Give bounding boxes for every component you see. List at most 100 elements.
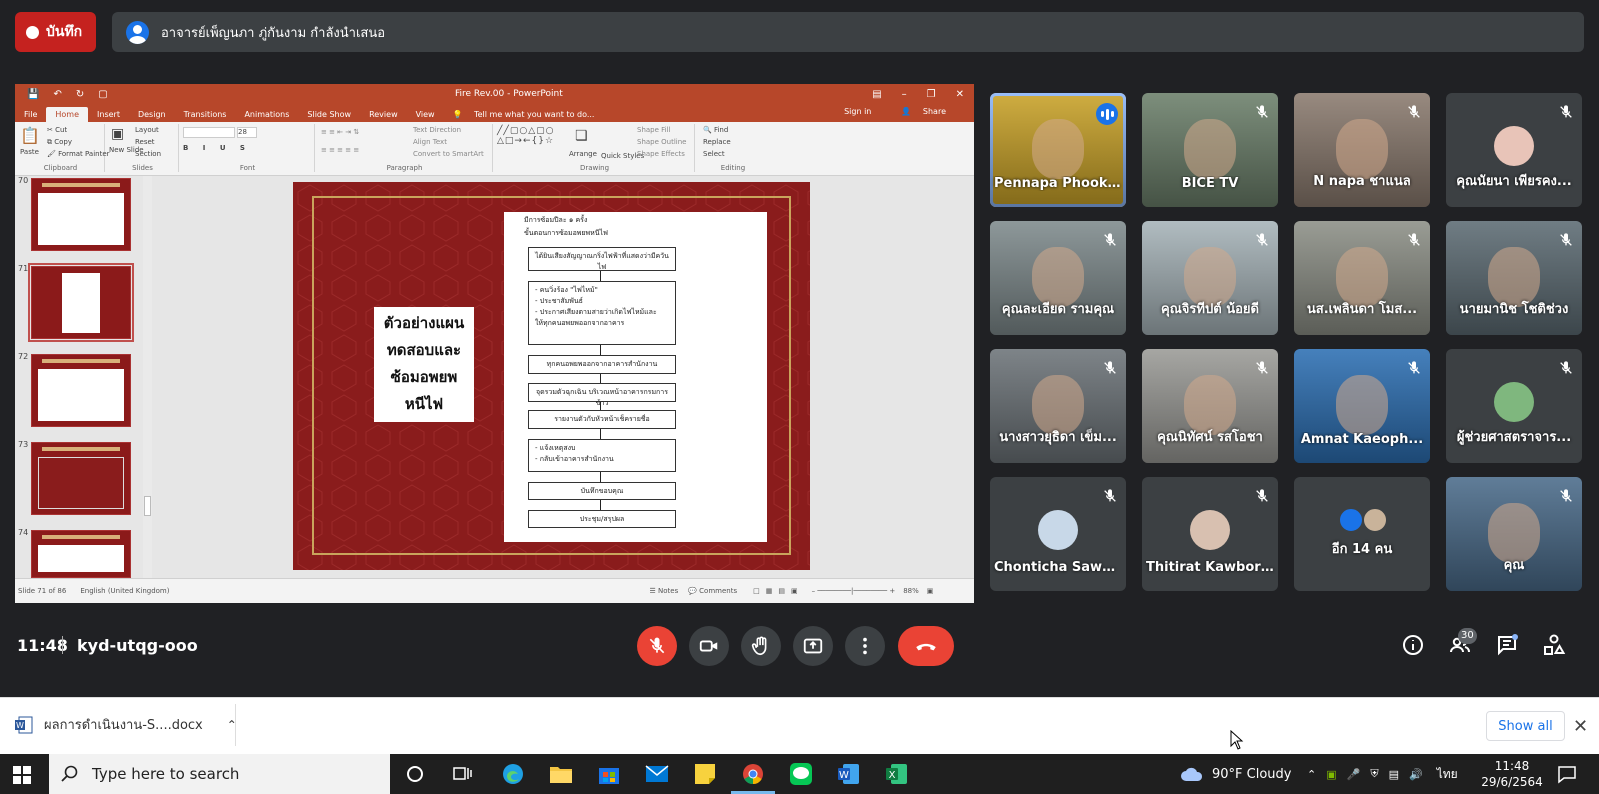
tell-me-box[interactable]: 💡 Tell me what you want to do...: [444, 110, 613, 122]
tray-app-icon[interactable]: ▣: [1326, 768, 1336, 781]
zoom-slider[interactable]: – ────────|──────── +: [812, 587, 896, 595]
ribbon-display-icon[interactable]: ▤: [872, 89, 881, 100]
excel-app[interactable]: X: [883, 760, 911, 788]
participant-tile[interactable]: Amnat Kaeoph...: [1294, 349, 1430, 463]
slide-thumbnail[interactable]: [31, 178, 131, 251]
store-app[interactable]: [595, 760, 623, 788]
font-format-buttons[interactable]: B I U S: [183, 144, 251, 152]
participant-tile[interactable]: คุณนัยนา เพียรคง...: [1446, 93, 1582, 207]
participant-tile[interactable]: นส.เพลินดา โมส...: [1294, 221, 1430, 335]
new-slide-icon[interactable]: ▣: [111, 126, 124, 142]
input-language[interactable]: ไทย: [1437, 765, 1458, 784]
slide-thumbnail[interactable]: [31, 530, 131, 578]
taskbar-clock[interactable]: 11:48 29/6/2564: [1477, 758, 1547, 790]
paste-icon[interactable]: 📋: [20, 126, 40, 145]
participant-tile[interactable]: นางสาวยุธิดา เข็ม...: [990, 349, 1126, 463]
find-button[interactable]: 🔍 Find: [703, 126, 728, 134]
zoom-level[interactable]: 88%: [903, 587, 919, 595]
font-name-box[interactable]: [183, 127, 235, 138]
layout-button[interactable]: Layout: [135, 126, 159, 134]
sign-in-link[interactable]: Sign in: [835, 107, 880, 119]
tab-slide-show[interactable]: Slide Show: [298, 110, 360, 122]
view-buttons[interactable]: □▦▤▣: [753, 587, 803, 595]
show-all-button[interactable]: Show all: [1486, 711, 1565, 741]
maximize-icon[interactable]: ❐: [927, 89, 936, 100]
volume-icon[interactable]: 🔊: [1409, 768, 1423, 781]
tab-review[interactable]: Review: [360, 110, 407, 122]
chrome-app[interactable]: [731, 760, 775, 794]
minimize-icon[interactable]: –: [902, 89, 907, 100]
tab-animations[interactable]: Animations: [235, 110, 298, 122]
cut-button[interactable]: ✂ Cut: [47, 126, 67, 134]
participant-tile[interactable]: คุณ: [1446, 477, 1582, 591]
undo-icon[interactable]: ↶: [53, 89, 61, 100]
tab-view[interactable]: View: [407, 110, 444, 122]
taskbar-search[interactable]: Type here to search: [49, 754, 390, 794]
participant-tile[interactable]: ผู้ช่วยศาสตราจาร...: [1446, 349, 1582, 463]
tab-insert[interactable]: Insert: [88, 110, 129, 122]
word-app[interactable]: W: [835, 760, 863, 788]
section-button[interactable]: Section: [135, 150, 161, 158]
activities-button[interactable]: [1541, 632, 1567, 658]
chevron-up-icon[interactable]: ⌃: [1307, 768, 1316, 781]
participant-tile[interactable]: BICE TV: [1142, 93, 1278, 207]
participant-tile[interactable]: Pennapa Phook...: [990, 93, 1126, 207]
sticky-notes-app[interactable]: [691, 760, 719, 788]
download-item[interactable]: W ผลการดำเนินงาน-S....docx ⌃: [14, 714, 237, 735]
tab-transitions[interactable]: Transitions: [175, 110, 236, 122]
shield-icon[interactable]: ⛨: [1370, 767, 1378, 781]
tab-design[interactable]: Design: [129, 110, 175, 122]
replace-button[interactable]: Replace: [703, 138, 731, 146]
start-button[interactable]: [13, 766, 31, 788]
network-icon[interactable]: ▤: [1389, 768, 1399, 781]
chat-button[interactable]: [1494, 632, 1520, 658]
reset-button[interactable]: Reset: [135, 138, 155, 146]
line-app[interactable]: [787, 760, 815, 788]
edge-app[interactable]: [499, 760, 527, 788]
file-explorer-app[interactable]: [547, 760, 575, 788]
share-button[interactable]: 👤 Share: [892, 107, 964, 119]
redo-icon[interactable]: ↻: [76, 89, 84, 100]
list-buttons[interactable]: ≡ ≡ ⇤ ⇥ ⇅: [321, 128, 359, 136]
mail-app[interactable]: [643, 760, 671, 788]
tab-file[interactable]: File: [15, 110, 46, 122]
select-button[interactable]: Select: [703, 150, 725, 158]
participant-tile[interactable]: คุณนิทัศน์ รสโอชา: [1142, 349, 1278, 463]
task-view-button[interactable]: [448, 760, 476, 788]
slide-thumbnail[interactable]: [31, 442, 131, 515]
text-direction-button[interactable]: Text Direction: [413, 126, 461, 134]
present-icon[interactable]: ▢: [98, 89, 107, 100]
font-size-box[interactable]: 28: [237, 127, 257, 138]
leave-call-button[interactable]: [898, 626, 954, 666]
convert-smartart-button[interactable]: Convert to SmartArt: [413, 150, 484, 158]
close-icon[interactable]: ✕: [956, 89, 964, 100]
participant-tile[interactable]: Chonticha Sawa...: [990, 477, 1126, 591]
close-icon[interactable]: ✕: [1573, 716, 1588, 737]
language-indicator[interactable]: English (United Kingdom): [80, 587, 169, 595]
present-button[interactable]: [793, 626, 833, 666]
current-slide[interactable]: ตัวอย่างแผน ทดสอบและ ซ้อมอพยพ หนีไฟ มีกา…: [293, 182, 810, 570]
participant-tile[interactable]: N napa ชาแนล: [1294, 93, 1430, 207]
weather-widget[interactable]: 90°F Cloudy: [1180, 754, 1291, 794]
participant-tile[interactable]: คุณละเอียด รามคุณ: [990, 221, 1126, 335]
align-buttons[interactable]: ≡ ≡ ≡ ≡ ≡: [321, 146, 359, 154]
camera-button[interactable]: [689, 626, 729, 666]
fit-slide-icon[interactable]: ▣: [927, 587, 934, 595]
scrollbar-knob[interactable]: [144, 496, 151, 516]
shape-fill-button[interactable]: Shape Fill: [637, 126, 671, 134]
comments-button[interactable]: 💬 Comments: [688, 587, 737, 595]
microphone-button[interactable]: [637, 626, 677, 666]
notifications-button[interactable]: [1557, 764, 1577, 788]
notes-button[interactable]: ☰ Notes: [649, 587, 678, 595]
meeting-details-button[interactable]: [1400, 632, 1426, 658]
align-text-button[interactable]: Align Text: [413, 138, 447, 146]
recording-button[interactable]: บันทึก: [15, 12, 96, 52]
cortana-button[interactable]: [401, 760, 429, 788]
paste-label[interactable]: Paste: [20, 148, 39, 156]
slide-thumbnail-selected[interactable]: [28, 263, 134, 342]
shape-effects-button[interactable]: Shape Effects: [637, 150, 685, 158]
tab-home[interactable]: Home: [46, 107, 89, 122]
participant-tile[interactable]: นายมานิช โชติช่วง: [1446, 221, 1582, 335]
shape-outline-button[interactable]: Shape Outline: [637, 138, 686, 146]
shapes-gallery[interactable]: ╱╱▢○△▢○ △□→←{}☆: [497, 126, 554, 146]
